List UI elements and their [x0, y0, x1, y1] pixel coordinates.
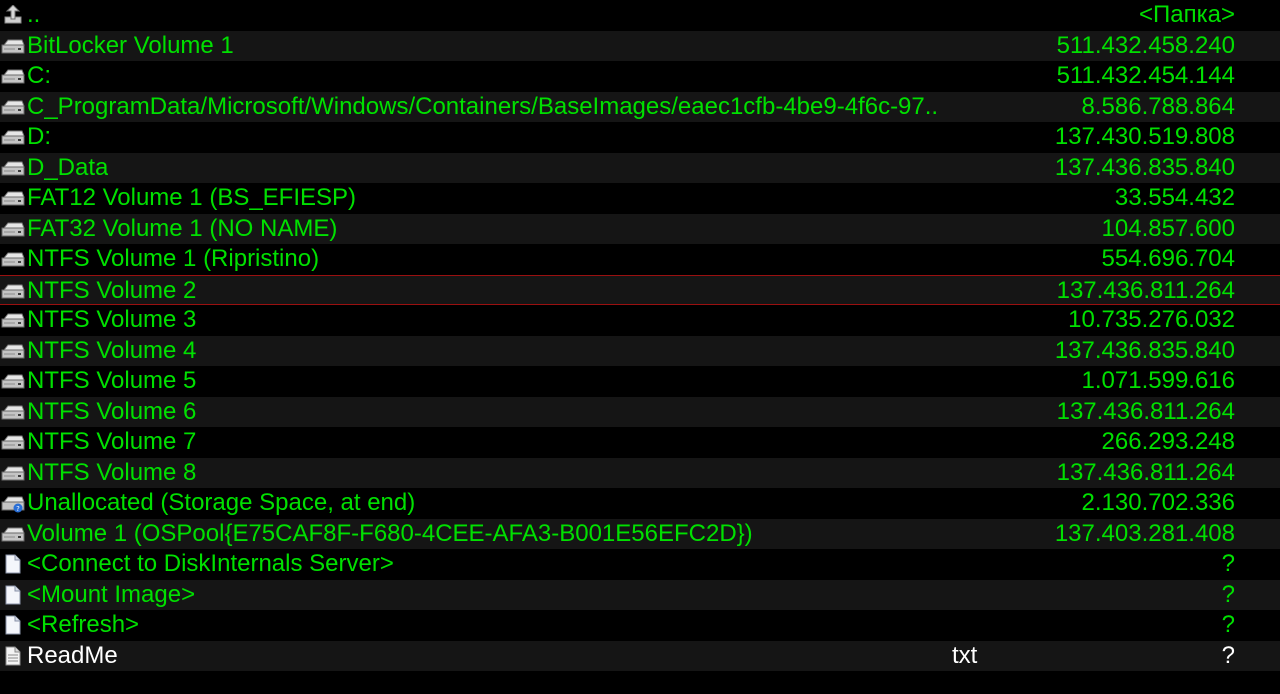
file-row[interactable]: .. <Папка> [0, 0, 1280, 31]
file-name: <Mount Image> [27, 580, 196, 608]
drive-icon [1, 524, 25, 544]
file-row[interactable]: FAT32 Volume 1 (NO NAME) 104.857.600 [0, 213, 1280, 244]
file-name: D: [27, 123, 51, 150]
file-panel: .. <Папка> BitLocker Volume 1 511.432.458.2… [0, 0, 1280, 694]
drive-icon [1, 402, 25, 422]
text-file-icon [1, 646, 25, 666]
file-row[interactable]: <Refresh>? [0, 610, 1280, 641]
file-size: 137.436.811.264 [1056, 397, 1235, 425]
file-name: BitLocker Volume 1 [27, 31, 234, 59]
file-row[interactable]: <Connect to DiskInternals Server>? [0, 549, 1280, 580]
file-name: C_ProgramData/Microsoft/Windows/Containe… [27, 92, 939, 120]
drive-icon [1, 432, 25, 452]
file-size: 8.586.788.864 [1081, 92, 1235, 120]
drive-icon [1, 219, 25, 239]
file-size: 1.071.599.616 [1081, 367, 1235, 394]
file-size: ? [1221, 580, 1235, 608]
file-name: D_Data [27, 153, 109, 181]
drive-icon [1, 281, 25, 301]
file-size: 511.432.454.144 [1056, 62, 1235, 89]
file-list: .. <Папка> BitLocker Volume 1 511.432.458.2… [0, 0, 1280, 671]
file-icon [1, 615, 25, 635]
file-name: NTFS Volume 3 [27, 306, 197, 333]
file-name: NTFS Volume 4 [27, 336, 197, 364]
file-icon [1, 585, 25, 605]
drive-icon [1, 66, 25, 86]
file-name: NTFS Volume 5 [27, 367, 197, 394]
file-size: 10.735.276.032 [1068, 306, 1235, 333]
file-name: Unallocated (Storage Space, at end) [27, 489, 416, 516]
file-name: ReadMe [27, 641, 118, 669]
drive-icon [1, 36, 25, 56]
file-name: <Refresh> [27, 611, 140, 638]
file-name: NTFS Volume 2 [27, 276, 197, 304]
file-name: C: [27, 62, 51, 89]
file-name: Volume 1 (OSPool{E75CAF8F-F680-4CEE-AFA3… [27, 519, 753, 547]
file-size: 137.436.835.840 [1054, 153, 1235, 181]
file-row[interactable]: D: 137.430.519.808 [0, 122, 1280, 153]
file-size: 137.436.835.840 [1054, 336, 1235, 364]
drive-icon [1, 188, 25, 208]
drive-icon [1, 127, 25, 147]
file-row[interactable]: NTFS Volume 7 266.293.248 [0, 427, 1280, 458]
file-extension: txt [952, 641, 978, 669]
file-row[interactable]: C: 511.432.454.144 [0, 61, 1280, 92]
file-size: 2.130.702.336 [1081, 489, 1235, 516]
file-name: NTFS Volume 1 (Ripristino) [27, 245, 320, 272]
file-name: NTFS Volume 6 [27, 397, 197, 425]
up-folder-icon [1, 5, 25, 25]
file-row[interactable]: Volume 1 (OSPool{E75CAF8F-F680-4CEE-AFA3… [0, 518, 1280, 549]
file-row[interactable]: NTFS Volume 5 1.071.599.616 [0, 366, 1280, 397]
file-name: FAT32 Volume 1 (NO NAME) [27, 214, 338, 242]
svg-text:?: ? [16, 505, 20, 513]
file-name: .. [27, 1, 41, 28]
file-size: 554.696.704 [1101, 245, 1235, 272]
drive-icon [1, 158, 25, 178]
file-row[interactable]: C_ProgramData/Microsoft/Windows/Containe… [0, 91, 1280, 122]
file-row[interactable]: NTFS Volume 8 137.436.811.264 [0, 457, 1280, 488]
file-size: 104.857.600 [1101, 214, 1235, 242]
drive-icon [1, 249, 25, 269]
file-size: 33.554.432 [1114, 184, 1235, 211]
file-size: ? [1221, 550, 1235, 577]
drive-icon [1, 463, 25, 483]
file-size: 511.432.458.240 [1056, 31, 1235, 59]
file-row[interactable]: <Mount Image>? [0, 579, 1280, 610]
file-icon [1, 554, 25, 574]
file-size: 266.293.248 [1101, 428, 1235, 455]
file-name: <Connect to DiskInternals Server> [27, 550, 394, 577]
file-name: NTFS Volume 7 [27, 428, 197, 455]
file-row[interactable]: ReadMe txt? [0, 640, 1280, 671]
file-size: 137.436.811.264 [1056, 458, 1235, 486]
file-size: ? [1221, 611, 1235, 638]
file-size: 137.430.519.808 [1054, 123, 1235, 150]
file-row[interactable]: ? Unallocated (Storage Space, at end) 2.13… [0, 488, 1280, 519]
file-row[interactable]: NTFS Volume 6 137.436.811.264 [0, 396, 1280, 427]
drive-icon [1, 371, 25, 391]
file-size: 137.436.811.264 [1056, 276, 1235, 304]
file-row[interactable]: NTFS Volume 1 (Ripristino) 554.696.704 [0, 244, 1280, 275]
file-name: FAT12 Volume 1 (BS_EFIESP) [27, 184, 357, 211]
file-row[interactable]: D_Data 137.436.835.840 [0, 152, 1280, 183]
file-row[interactable]: FAT12 Volume 1 (BS_EFIESP) 33.554.432 [0, 183, 1280, 214]
file-row[interactable]: NTFS Volume 2 137.436.811.264 [0, 274, 1280, 305]
file-row[interactable]: BitLocker Volume 1 511.432.458.240 [0, 30, 1280, 61]
drive-unknown-icon: ? [1, 493, 25, 513]
file-size: ? [1221, 641, 1235, 669]
drive-icon [1, 310, 25, 330]
file-name: NTFS Volume 8 [27, 458, 197, 486]
file-row[interactable]: NTFS Volume 4 137.436.835.840 [0, 335, 1280, 366]
file-size: <Папка> [1139, 1, 1235, 28]
drive-icon [1, 97, 25, 117]
file-size: 137.403.281.408 [1054, 519, 1235, 547]
drive-icon [1, 341, 25, 361]
file-row[interactable]: NTFS Volume 3 10.735.276.032 [0, 305, 1280, 336]
